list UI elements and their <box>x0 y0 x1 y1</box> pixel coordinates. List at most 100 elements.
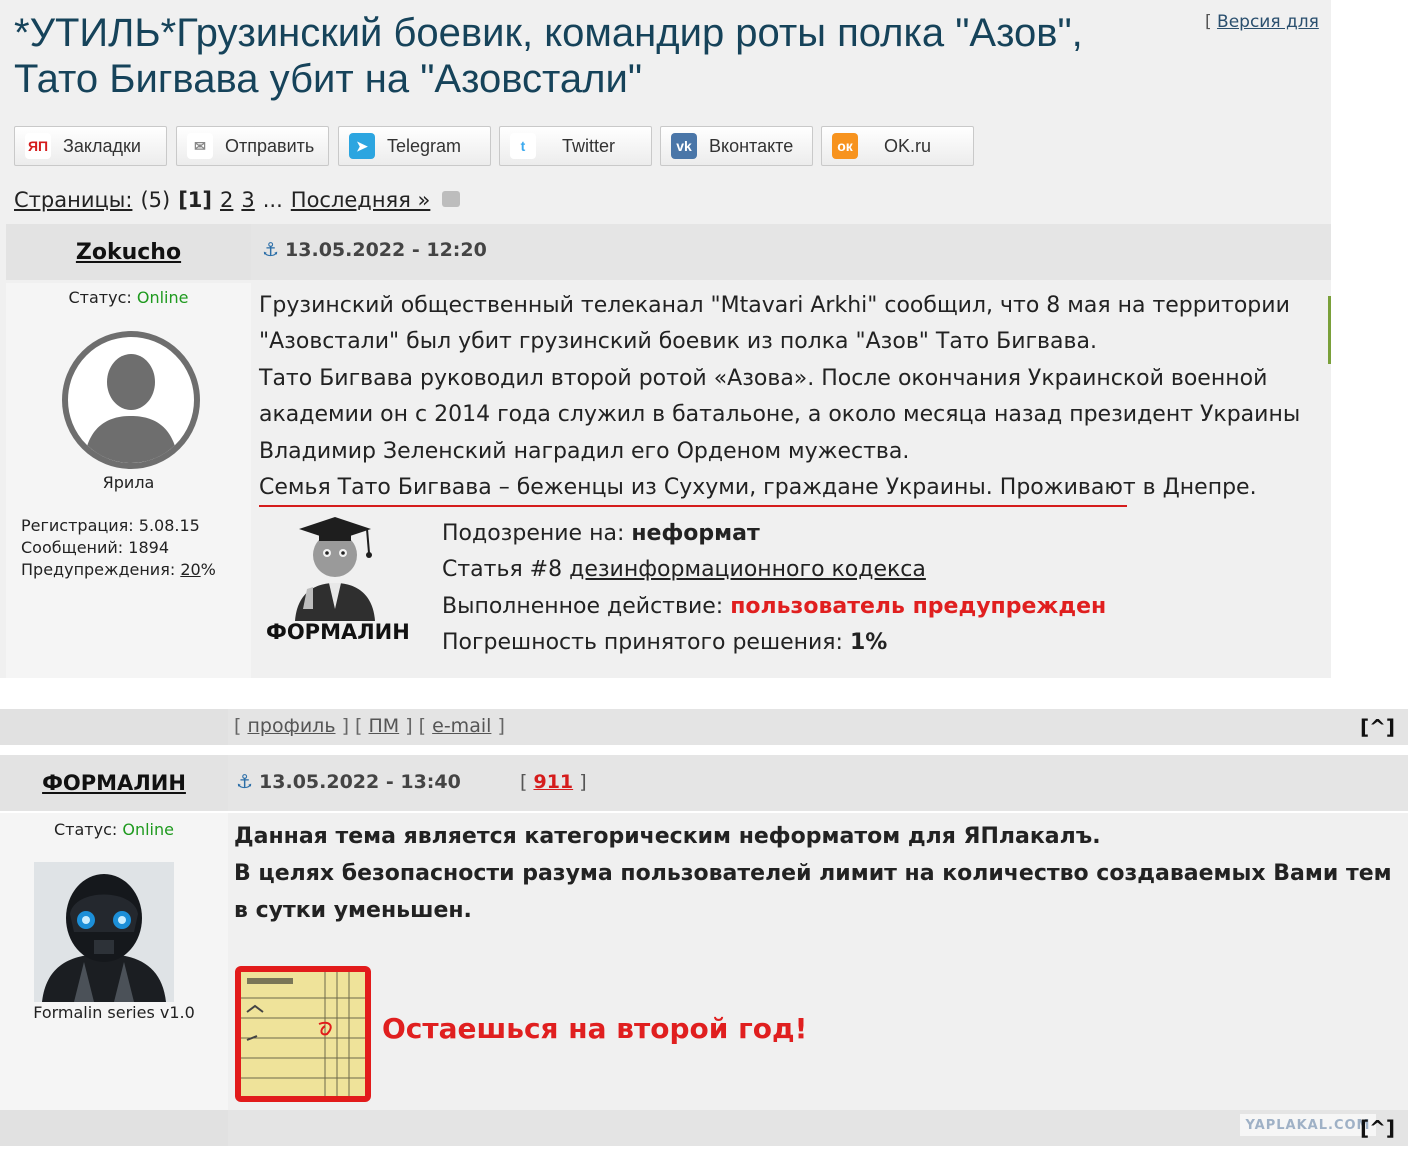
pagination-ellipsis: ... <box>262 188 283 212</box>
post-rating: [ 911 ] <box>520 771 587 793</box>
author-status: Статус: Online <box>0 820 228 839</box>
share-label: Вконтакте <box>709 135 794 156</box>
dropdown-arrow-icon[interactable] <box>442 191 461 207</box>
post-links: [ профиль ] [ ПМ ] [ e-mail ] <box>234 715 505 737</box>
scroll-top-button[interactable]: [^] <box>1360 715 1395 739</box>
pagination-last[interactable]: Последняя » <box>291 188 431 212</box>
action-value: пользователь предупрежден <box>730 593 1107 619</box>
status-label: Статус: <box>54 820 118 839</box>
suspicion-label: Подозрение на: <box>442 521 625 546</box>
post-body: Данная тема является категорическим нефо… <box>234 818 1394 929</box>
post-links-left <box>0 1110 228 1146</box>
yandex-bookmark-icon: ЯП <box>25 133 51 159</box>
article-link[interactable]: дезинформационного кодекса <box>569 557 926 582</box>
post-author-cell: Zokucho <box>6 224 251 280</box>
status-online: Online <box>122 820 174 839</box>
default-avatar-icon <box>62 331 200 469</box>
post-slogan: Остаешься на второй год! <box>382 1012 808 1045</box>
share-ok-button[interactable]: ок OK.ru <box>821 126 974 166</box>
post-body: Грузинский общественный телеканал "Mtava… <box>259 288 1329 506</box>
author-rank: Ярила <box>102 473 155 492</box>
post-date-text: 13.05.2022 - 12:20 <box>285 239 487 261</box>
version-bracket: [ <box>1205 12 1212 32</box>
site-watermark: YAPLAKAL.COM <box>1240 1114 1376 1136</box>
moderation-verdict: Подозрение на: неформат Статья #8 дезинф… <box>442 516 1106 662</box>
post-line: академии он с 2014 года служил в батальо… <box>259 402 1301 428</box>
post-line: Владимир Зеленский наградил его Орденом … <box>259 438 910 464</box>
topic-title: *УТИЛЬ*Грузинский боевик, командир роты … <box>14 11 1083 101</box>
msgs-value: 1894 <box>128 538 169 557</box>
pagination-page-2[interactable]: 2 <box>220 188 233 212</box>
post-author-cell: ФОРМАЛИН <box>0 755 228 811</box>
warn-label: Предупреждения: <box>21 560 176 579</box>
moderator-graduate-icon <box>285 513 385 621</box>
vk-icon: vk <box>671 133 697 159</box>
share-twitter-button[interactable]: t Twitter <box>499 126 652 166</box>
status-label: Статус: <box>68 288 132 307</box>
pagination-label[interactable]: Страницы: <box>14 188 132 212</box>
share-bookmarks-button[interactable]: ЯП Закладки <box>14 126 167 166</box>
pagination-page-3[interactable]: 3 <box>241 188 254 212</box>
error-label: Погрешность принятого решения: <box>442 630 843 656</box>
rating-link[interactable]: 911 <box>533 771 573 793</box>
post-author[interactable]: Zokucho <box>76 240 181 265</box>
spacer <box>228 678 1408 709</box>
author-rank: Formalin series v1.0 <box>33 1003 195 1022</box>
msgs-label: Сообщений: <box>21 538 124 557</box>
odnoklassniki-icon: ок <box>832 133 858 159</box>
error-value: 1% <box>849 630 888 656</box>
report-card-icon <box>235 966 371 1102</box>
author-sidebar: Статус: Online Ярила Регистрация: 5.08.1… <box>6 283 251 678</box>
twitter-icon: t <box>510 133 536 159</box>
envelope-icon: ✉ <box>187 133 213 159</box>
scroll-top-button[interactable]: [^] <box>1360 1116 1395 1140</box>
pagination-count: (5) <box>140 188 171 212</box>
article-label: Статья #8 <box>442 557 563 583</box>
warn-suffix: % <box>200 560 216 579</box>
share-send-button[interactable]: ✉ Отправить <box>176 126 329 166</box>
bracket: ] <box>579 771 587 793</box>
post-line: Тато Бигвава руководил второй ротой «Азо… <box>259 365 1268 391</box>
email-link[interactable]: e-mail <box>432 715 491 737</box>
post-line: Данная тема является категорическим нефо… <box>234 824 1101 849</box>
edge-marker <box>1328 296 1331 364</box>
robot-avatar-icon <box>34 862 174 1002</box>
print-version-link[interactable]: [ Версия для <box>1205 12 1331 32</box>
reg-value: 5.08.15 <box>138 516 200 535</box>
bracket: [ <box>520 771 528 793</box>
status-online: Online <box>136 288 189 307</box>
anchor-icon[interactable]: ⚓ <box>236 771 253 793</box>
post-line: Семья Тато Бигвава – беженцы из Сухуми, … <box>259 475 1257 501</box>
post-links-left <box>0 709 228 745</box>
author-sidebar: Статус: Online Formalin series v1.0 <box>0 813 228 1110</box>
moderator-name: ФОРМАЛИН <box>266 620 410 644</box>
pagination-current: [1] <box>178 188 212 212</box>
reg-label: Регистрация: <box>21 516 134 535</box>
pm-link[interactable]: ПМ <box>368 715 399 737</box>
bracket: ] [ <box>405 715 427 737</box>
share-label: OK.ru <box>884 135 932 156</box>
post-line: Грузинский общественный телеканал "Mtava… <box>259 293 1290 318</box>
share-vk-button[interactable]: vk Вконтакте <box>660 126 813 166</box>
author-stats: Регистрация: 5.08.15 Сообщений: 1894 Пре… <box>21 515 216 581</box>
warn-link[interactable]: 20 <box>180 560 200 579</box>
share-label: Telegram <box>387 135 462 156</box>
bracket: ] [ <box>341 715 363 737</box>
author-status: Статус: Online <box>6 288 251 307</box>
share-telegram-button[interactable]: ➤ Telegram <box>338 126 491 166</box>
bracket: ] <box>497 715 505 737</box>
pagination: Страницы: (5) [1] 2 3... Последняя » <box>14 188 461 212</box>
anchor-icon[interactable]: ⚓ <box>262 239 279 261</box>
post-date: ⚓ 13.05.2022 - 13:40 <box>236 771 461 793</box>
share-label: Twitter <box>562 135 616 156</box>
post-line: В целях безопасности разума пользователе… <box>234 861 1392 923</box>
post-author[interactable]: ФОРМАЛИН <box>42 771 186 795</box>
version-link-text[interactable]: Версия для <box>1217 12 1319 32</box>
bracket: [ <box>234 715 242 737</box>
post-date-text: 13.05.2022 - 13:40 <box>259 771 461 793</box>
post-line: "Азовстали" был убит грузинский боевик и… <box>259 329 1097 355</box>
profile-link[interactable]: профиль <box>247 715 335 737</box>
share-label: Закладки <box>63 135 141 156</box>
telegram-icon: ➤ <box>349 133 375 159</box>
post-date: ⚓ 13.05.2022 - 12:20 <box>262 239 487 261</box>
